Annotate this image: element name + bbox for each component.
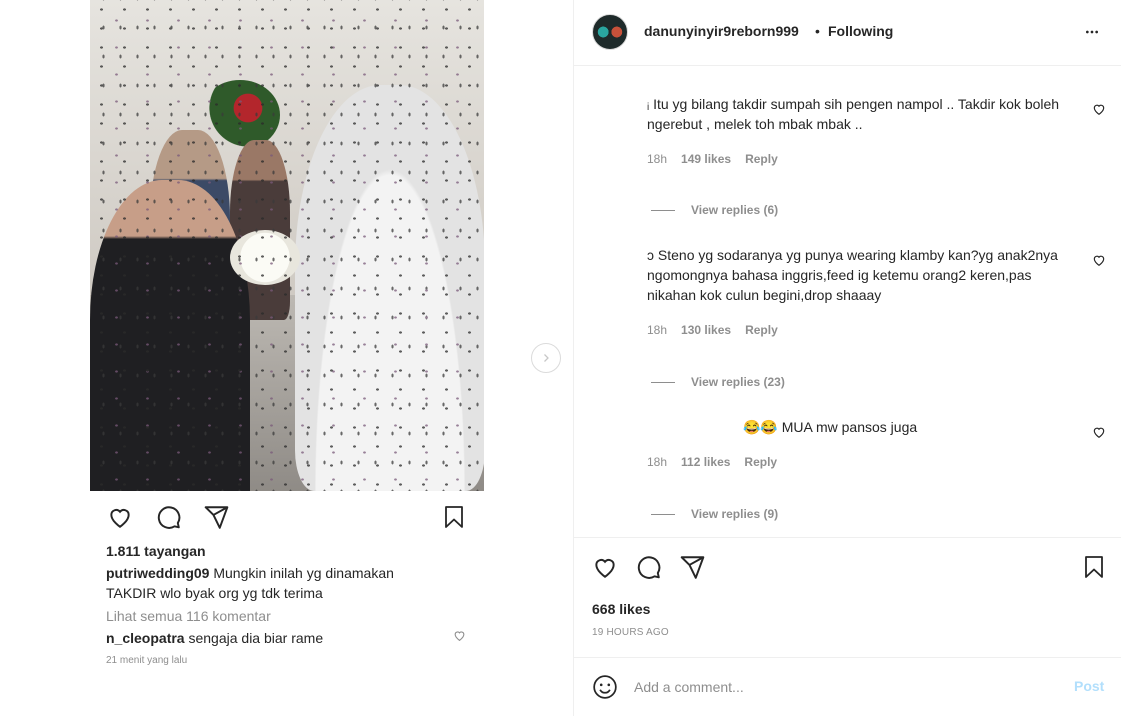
comment-likes[interactable]: 130 likes (681, 323, 731, 337)
post-video[interactable] (90, 0, 484, 491)
share-icon[interactable] (203, 504, 230, 530)
heart-icon[interactable] (106, 504, 134, 530)
comment-text: ↄ Steno yg sodaranya yg punya wearing kl… (647, 247, 1058, 303)
chevron-right-icon (544, 354, 549, 362)
inner-post-actions (106, 504, 466, 530)
comment-text: 😂😂 MUA mw pansos juga (743, 419, 918, 435)
caption-username[interactable]: putriwedding09 (106, 565, 209, 581)
post-header: danunyinyir9reborn999 • Following (574, 0, 1121, 66)
heart-icon[interactable] (1092, 102, 1106, 116)
comment-text: ᵢ Itu yg bilang takdir sumpah sih pengen… (647, 96, 1060, 132)
comment-time: 18h (647, 323, 668, 337)
header-separator: • (815, 23, 820, 39)
emoji-icon[interactable] (592, 674, 618, 700)
comment-icon[interactable] (635, 554, 662, 580)
inner-comment: n_cleopatra sengaja dia biar rame (106, 628, 323, 648)
bookmark-icon[interactable] (442, 504, 466, 530)
comment-likes[interactable]: 112 likes (681, 455, 730, 469)
replies-divider (651, 381, 675, 383)
post-button[interactable]: Post (1074, 678, 1104, 694)
comment-time: 18h (647, 455, 668, 469)
comment-icon[interactable] (155, 504, 182, 530)
view-count: 1.811 tayangan (106, 543, 206, 559)
avatar[interactable] (592, 14, 628, 50)
inner-timestamp: 21 menit yang lalu (106, 655, 188, 666)
post-media-panel: 1.811 tayangan putriwedding09 Mungkin in… (0, 0, 573, 716)
more-icon[interactable] (1082, 24, 1102, 40)
replies-divider (651, 513, 675, 515)
comments-panel: danunyinyir9reborn999 • Following ᵢ Itu … (573, 0, 1121, 716)
comment-likes[interactable]: 149 likes (681, 152, 731, 166)
next-post-button[interactable] (531, 343, 561, 373)
following-button[interactable]: Following (828, 23, 893, 39)
view-replies-button[interactable]: View replies (23) (651, 375, 785, 389)
post-timestamp: 19 HOURS AGO (592, 627, 669, 638)
post-actions: 668 likes 19 HOURS AGO (574, 537, 1121, 657)
header-username[interactable]: danunyinyir9reborn999 (644, 23, 799, 39)
comment-meta: 18h 149 likes Reply (647, 152, 792, 166)
reply-button[interactable]: Reply (744, 455, 777, 469)
heart-icon[interactable] (1092, 253, 1106, 267)
add-comment-bar: Post (574, 657, 1121, 716)
comment-input[interactable] (634, 676, 1054, 698)
video-confetti (90, 0, 484, 491)
comment-meta: 18h 130 likes Reply (647, 323, 792, 337)
bookmark-icon[interactable] (1082, 554, 1106, 580)
view-replies-label: View replies (6) (691, 203, 779, 217)
inner-comment-text: sengaja dia biar rame (184, 630, 324, 646)
reply-button[interactable]: Reply (745, 323, 778, 337)
view-replies-label: View replies (23) (691, 375, 785, 389)
heart-icon[interactable] (453, 629, 466, 642)
comment-time: 18h (647, 152, 668, 166)
heart-icon[interactable] (1092, 425, 1106, 439)
view-replies-button[interactable]: View replies (6) (651, 203, 778, 217)
view-replies-label: View replies (9) (691, 507, 779, 521)
reply-button[interactable]: Reply (745, 152, 778, 166)
replies-divider (651, 209, 675, 211)
inner-comment-username[interactable]: n_cleopatra (106, 630, 185, 646)
share-icon[interactable] (679, 554, 706, 580)
see-all-comments-link[interactable]: Lihat semua 116 komentar (106, 606, 271, 626)
view-replies-button[interactable]: View replies (9) (651, 507, 778, 521)
like-count[interactable]: 668 likes (592, 601, 650, 617)
post-caption: putriwedding09 Mungkin inilah yg dinamak… (106, 563, 436, 603)
heart-icon[interactable] (591, 554, 619, 580)
comment-meta: 18h 112 likes Reply (647, 455, 791, 469)
